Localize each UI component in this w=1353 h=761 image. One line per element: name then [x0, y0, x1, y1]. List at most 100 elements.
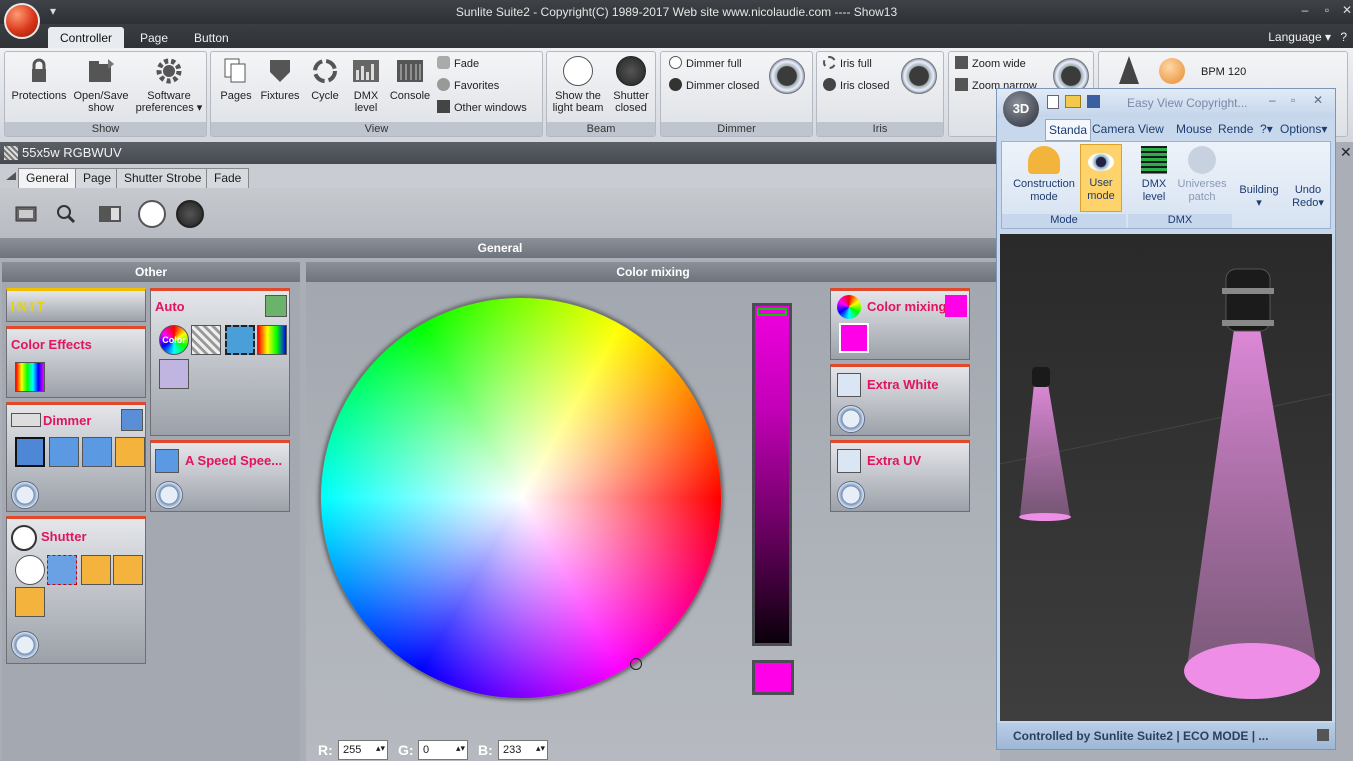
- tab-3d-render[interactable]: Rende: [1215, 119, 1256, 141]
- fixtures-button[interactable]: Fixtures: [259, 56, 301, 102]
- init-panel[interactable]: INIT: [6, 288, 146, 322]
- dimmer-full-button[interactable]: Dimmer full: [669, 56, 759, 72]
- shutter-preset-2[interactable]: [113, 555, 143, 585]
- extra-uv-dial[interactable]: [837, 481, 865, 509]
- closed-beam-icon[interactable]: [176, 200, 204, 228]
- dimmer-preset-icon[interactable]: [121, 409, 143, 431]
- 3d-dmx-level-button[interactable]: DMX level: [1134, 146, 1174, 204]
- dmx-level-button[interactable]: DMX level: [347, 56, 385, 114]
- 3d-logo-button[interactable]: 3D: [1003, 91, 1039, 127]
- app-logo-button[interactable]: [4, 3, 40, 39]
- dimmer-preset-1[interactable]: [49, 437, 79, 467]
- color-auto-icon[interactable]: Color: [159, 325, 189, 355]
- help-button[interactable]: ?: [1340, 30, 1347, 44]
- screen-icon[interactable]: [12, 200, 40, 228]
- tab-3d-view[interactable]: View: [1135, 119, 1167, 141]
- construction-mode-button[interactable]: Construction mode: [1006, 146, 1082, 204]
- g-input[interactable]: 0 ▴▾: [418, 740, 468, 760]
- software-preferences-button[interactable]: Software preferences ▾: [133, 56, 205, 114]
- minimize-icon[interactable]: –: [1294, 3, 1316, 19]
- tab-page[interactable]: Page: [128, 27, 180, 48]
- dimmer-full-preset[interactable]: [15, 437, 45, 467]
- iris-knob[interactable]: [901, 58, 937, 94]
- tab-3d-options[interactable]: Options▾: [1277, 119, 1330, 141]
- shutter-open-preset[interactable]: [15, 555, 45, 585]
- intensity-marker[interactable]: [757, 308, 787, 316]
- color-mixing-swatch[interactable]: [945, 295, 967, 317]
- 3d-scene-viewport[interactable]: [999, 234, 1333, 721]
- pattern-auto-icon[interactable]: [191, 325, 221, 355]
- tab-general[interactable]: General: [18, 168, 77, 188]
- color-mixing-preset[interactable]: [839, 323, 869, 353]
- close-icon[interactable]: ✕: [1336, 3, 1353, 19]
- iris-full-button[interactable]: Iris full: [823, 56, 890, 72]
- zoom-wide-button[interactable]: Zoom wide: [955, 56, 1037, 72]
- protections-button[interactable]: Protections: [7, 56, 71, 102]
- console-button[interactable]: Console: [387, 56, 433, 102]
- undo-redo-button[interactable]: Undo Redo▾: [1288, 184, 1328, 210]
- speed-dial[interactable]: [155, 481, 183, 509]
- save-icon[interactable]: [1087, 95, 1100, 108]
- tab-3d-mouse[interactable]: Mouse: [1173, 119, 1215, 141]
- maximize-icon[interactable]: ▫: [1316, 3, 1338, 19]
- auto-preset-icon[interactable]: [265, 295, 287, 317]
- dimmer-dial[interactable]: [11, 481, 39, 509]
- user-mode-button[interactable]: User mode: [1080, 144, 1122, 212]
- layout-icon[interactable]: [96, 200, 124, 228]
- open-beam-icon[interactable]: [138, 200, 166, 228]
- color-picker-marker[interactable]: [630, 658, 642, 670]
- fixture-name: 55x5w RGBWUV: [22, 145, 122, 160]
- other-windows-button[interactable]: Other windows: [437, 100, 527, 116]
- dimmer-knob[interactable]: [769, 58, 805, 94]
- console-icon: [395, 56, 425, 86]
- search-icon[interactable]: [52, 200, 80, 228]
- speed-icon: [155, 449, 179, 473]
- tab-3d-standard[interactable]: Standa: [1045, 119, 1092, 141]
- favorites-button[interactable]: Favorites: [437, 78, 527, 94]
- tab-3d-camera[interactable]: Camera: [1089, 119, 1138, 141]
- pages-button[interactable]: Pages: [215, 56, 257, 102]
- show-light-beam-button[interactable]: Show the light beam: [549, 56, 607, 114]
- shutter-strobe-preset[interactable]: [47, 555, 77, 585]
- rainbow-auto-icon[interactable]: [257, 325, 287, 355]
- language-menu[interactable]: Language ▾: [1268, 30, 1331, 44]
- building-button[interactable]: Building ▾: [1234, 184, 1284, 210]
- b-input[interactable]: 233 ▴▾: [498, 740, 548, 760]
- tap-button[interactable]: [1159, 58, 1185, 84]
- group-iris: Iris full Iris closed Iris: [816, 51, 944, 137]
- shutter-preset-3[interactable]: [15, 587, 45, 617]
- color-effects-icon[interactable]: [15, 362, 45, 392]
- metronome-icon[interactable]: [1119, 56, 1139, 84]
- tab-button[interactable]: Button: [182, 27, 241, 48]
- intensity-bar[interactable]: [752, 303, 792, 646]
- extra-white-dial[interactable]: [837, 405, 865, 433]
- shutter-dial[interactable]: [11, 631, 39, 659]
- universes-patch-button[interactable]: Universes patch: [1176, 146, 1228, 204]
- tab-3d-help[interactable]: ?▾: [1257, 119, 1276, 141]
- 3d-minimize-icon[interactable]: –: [1269, 93, 1276, 107]
- tab-shutter-strobe[interactable]: Shutter Strobe: [116, 168, 210, 188]
- grid-auto-icon[interactable]: [225, 325, 255, 355]
- color-wheel[interactable]: [319, 296, 723, 700]
- 3d-maximize-icon[interactable]: ▫: [1291, 93, 1295, 107]
- sound-icon[interactable]: [159, 359, 189, 389]
- tab-controller[interactable]: Controller: [48, 27, 125, 48]
- dimmer-preset-3[interactable]: [115, 437, 145, 467]
- iris-closed-button[interactable]: Iris closed: [823, 78, 890, 94]
- new-icon[interactable]: [1047, 95, 1059, 109]
- 3d-close-icon[interactable]: ✕: [1313, 93, 1323, 107]
- cycle-button[interactable]: Cycle: [305, 56, 345, 102]
- fade-button[interactable]: Fade: [437, 56, 527, 72]
- dimmer-preset-2[interactable]: [82, 437, 112, 467]
- r-input[interactable]: 255 ▴▾: [338, 740, 388, 760]
- panel-close-icon[interactable]: ✕: [1340, 144, 1352, 161]
- tab-fade[interactable]: Fade: [206, 168, 250, 188]
- tab-page[interactable]: Page: [75, 168, 120, 188]
- fixture-icon: [265, 56, 295, 86]
- resize-grip-icon[interactable]: [1317, 729, 1329, 741]
- shutter-closed-button[interactable]: Shutter closed: [607, 56, 655, 114]
- open-save-button[interactable]: Open/Save show: [71, 56, 131, 114]
- shutter-preset-1[interactable]: [81, 555, 111, 585]
- dimmer-closed-button[interactable]: Dimmer closed: [669, 78, 759, 94]
- open-icon[interactable]: [1065, 95, 1081, 108]
